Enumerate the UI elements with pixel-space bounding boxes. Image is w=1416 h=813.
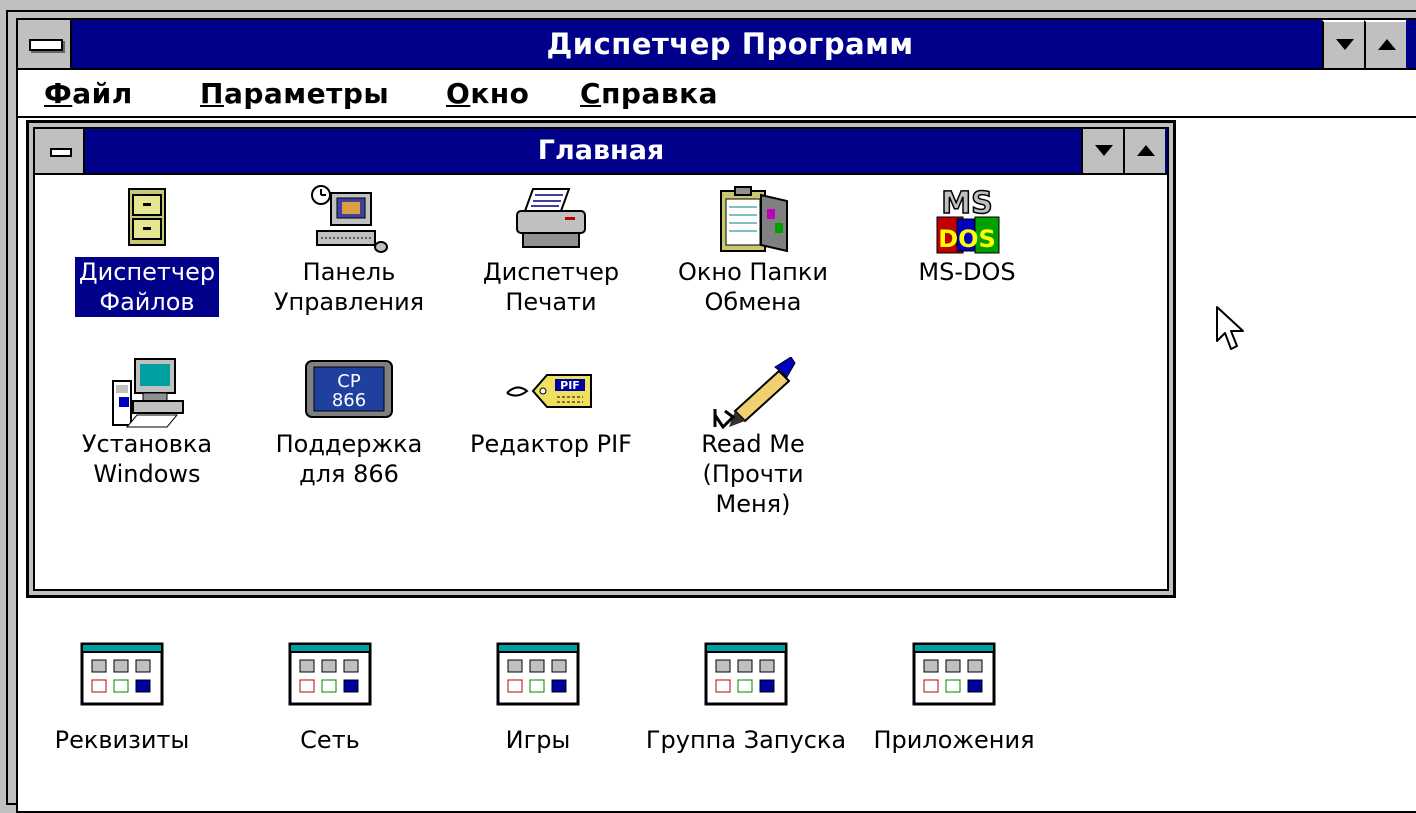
group-window-main[interactable]: Главная Диспетчер Файлов Панель Управлен… — [26, 120, 1176, 598]
group-label: Реквизиты — [54, 726, 190, 754]
group-label: Сеть — [300, 726, 360, 754]
ms-text: MS — [941, 186, 992, 221]
program-icon-pif-editor[interactable]: PIF Редактор PIF — [451, 357, 651, 459]
label-line: Обмена — [704, 288, 802, 316]
menu-window-accel: О — [446, 77, 471, 110]
program-label: Панель Управления — [270, 257, 428, 317]
windows-setup-icon — [112, 357, 184, 428]
label-line: Окно Папки — [678, 258, 828, 286]
label-line: Управления — [273, 288, 425, 316]
menu-bar: Файл Параметры Окно Справка — [18, 70, 1416, 118]
menu-help[interactable]: Справка — [580, 77, 718, 110]
group-window-client: Главная Диспетчер Файлов Панель Управлен… — [33, 127, 1169, 591]
program-label: Диспетчер Файлов — [74, 257, 220, 317]
label-line: Windows — [93, 460, 201, 488]
cp866-icon: CP 866 — [305, 357, 393, 421]
menu-help-label: правка — [601, 77, 718, 110]
program-icon-file-manager[interactable]: Диспетчер Файлов — [47, 185, 247, 317]
maximize-arrow-icon — [1378, 39, 1396, 50]
program-label: Установка Windows — [78, 429, 216, 489]
group-window-titlebar[interactable]: Главная — [35, 129, 1167, 175]
label-line: Меня) — [715, 490, 791, 518]
pif-tag-icon: PIF — [506, 357, 592, 421]
menu-file-label: айл — [72, 77, 133, 110]
program-group-icon — [80, 642, 164, 706]
group-minimize-button[interactable] — [1081, 129, 1123, 173]
program-label: Поддержка для 866 — [272, 429, 427, 489]
group-window-title: Главная — [537, 135, 665, 166]
program-label: Read Me (Прочти Меня) — [697, 429, 808, 519]
program-icon-control-panel[interactable]: Панель Управления — [249, 185, 449, 317]
menu-options[interactable]: Параметры — [200, 77, 389, 110]
program-group-icon — [496, 642, 580, 706]
label-line: Редактор PIF — [470, 430, 632, 458]
menu-help-accel: С — [580, 77, 602, 110]
label-line: MS-DOS — [918, 258, 1016, 286]
program-icon-clipboard[interactable]: Окно Папки Обмена — [653, 185, 853, 317]
group-icon-startup[interactable]: Группа Запуска — [636, 642, 856, 754]
printer-icon — [516, 185, 586, 249]
program-icon-read-me[interactable]: Read Me (Прочти Меня) — [653, 356, 853, 519]
group-label: Группа Запуска — [645, 726, 847, 754]
program-manager-client: Диспетчер Программ Файл Параметры Окно С… — [16, 18, 1416, 813]
menu-window[interactable]: Окно — [446, 77, 529, 110]
program-label: Окно Папки Обмена — [674, 257, 832, 317]
maximize-button[interactable] — [1364, 20, 1406, 68]
group-label: Приложения — [873, 726, 1035, 754]
dos-text: DOS — [938, 225, 996, 253]
group-minimize-arrow-icon — [1095, 145, 1113, 156]
menu-window-label: кно — [470, 77, 530, 110]
minimize-button[interactable] — [1322, 20, 1364, 68]
pif-text: PIF — [560, 379, 580, 392]
group-icon-applications[interactable]: Приложения — [844, 642, 1064, 754]
group-maximize-button[interactable] — [1123, 129, 1165, 173]
program-icon-print-manager[interactable]: Диспетчер Печати — [451, 185, 651, 317]
menu-file[interactable]: Файл — [44, 77, 133, 110]
pen-icon — [713, 356, 796, 430]
program-group-icon — [704, 642, 788, 706]
program-group-icon — [288, 642, 372, 706]
ms-dos-icon: MS DOS — [935, 185, 1000, 254]
menu-options-accel: П — [200, 77, 224, 110]
clipboard-icon — [720, 185, 788, 253]
menu-file-accel: Ф — [44, 77, 73, 110]
menu-options-label: араметры — [223, 77, 390, 110]
program-label: Редактор PIF — [466, 429, 636, 459]
label-line: Печати — [505, 288, 597, 316]
program-group-icon — [912, 642, 996, 706]
group-icon-accessories[interactable]: Реквизиты — [12, 642, 232, 754]
label-line: Установка — [81, 430, 213, 458]
program-label: MS-DOS — [914, 257, 1019, 287]
label-line: Диспетчер — [78, 258, 216, 286]
program-icon-windows-setup[interactable]: Установка Windows — [47, 357, 247, 489]
label-line: для 866 — [299, 460, 399, 488]
label-line: Файлов — [99, 288, 195, 316]
mouse-pointer-icon — [1215, 305, 1247, 358]
program-manager-titlebar[interactable]: Диспетчер Программ — [18, 20, 1416, 70]
label-line: Read Me — [701, 430, 805, 458]
label-line: (Прочти — [702, 460, 804, 488]
cp-text: CP — [337, 371, 361, 392]
program-label: Диспетчер Печати — [479, 257, 623, 317]
file-cabinet-icon — [115, 185, 179, 249]
program-icon-ms-dos[interactable]: MS DOS MS-DOS — [877, 185, 1057, 287]
group-maximize-arrow-icon — [1137, 145, 1155, 156]
window-title: Диспетчер Программ — [546, 27, 914, 61]
label-line: Поддержка — [275, 430, 423, 458]
group-icon-network[interactable]: Сеть — [220, 642, 440, 754]
control-panel-icon — [311, 185, 388, 253]
program-manager-window: Диспетчер Программ Файл Параметры Окно С… — [6, 10, 1416, 813]
group-icon-games[interactable]: Игры — [428, 642, 648, 754]
minimize-arrow-icon — [1336, 39, 1354, 50]
label-line: Панель — [302, 258, 396, 286]
cp866-number-text: 866 — [332, 390, 366, 411]
label-line: Диспетчер — [482, 258, 620, 286]
program-icon-cp866-support[interactable]: CP 866 Поддержка для 866 — [249, 357, 449, 489]
group-label: Игры — [505, 726, 571, 754]
